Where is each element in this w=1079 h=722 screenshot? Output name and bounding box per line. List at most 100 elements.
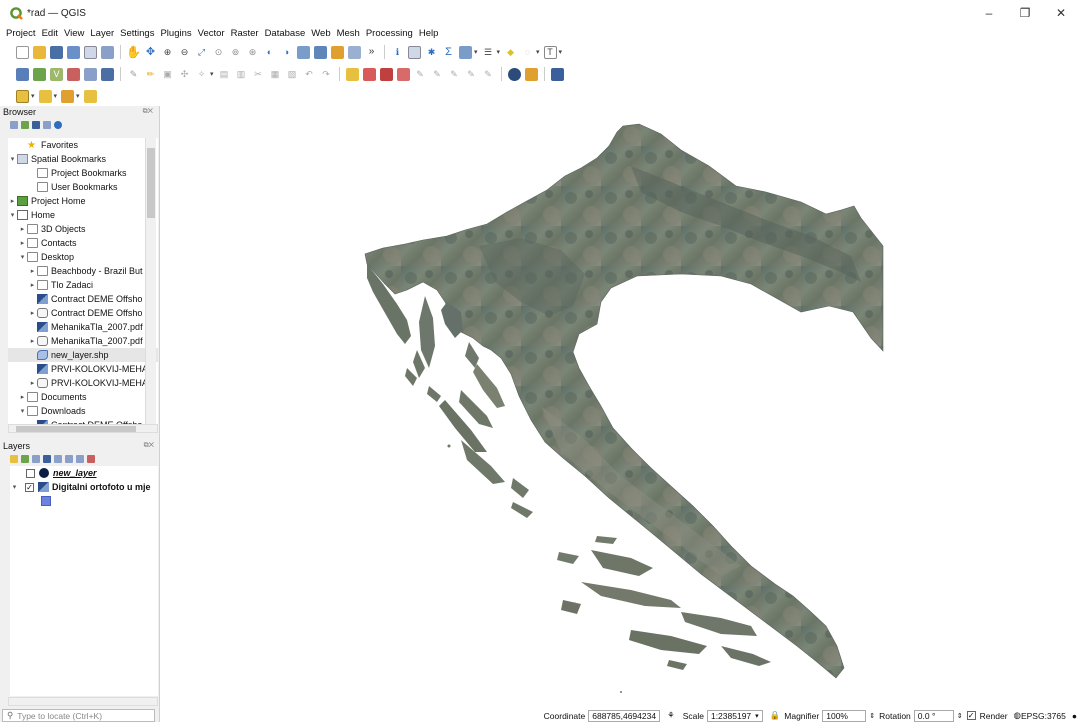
manage-themes-icon[interactable] xyxy=(32,454,40,463)
zoom-out-icon[interactable]: ⊖ xyxy=(178,46,191,59)
cut-features-icon[interactable]: ▥ xyxy=(235,68,248,81)
browser-item[interactable]: Contract DEME Offsho xyxy=(8,292,158,306)
render-checkbox[interactable]: ✓ xyxy=(966,711,976,720)
panel-float-close-icon[interactable]: ⧉✕ xyxy=(143,108,153,116)
delete-selected-icon[interactable]: ▤ xyxy=(218,68,231,81)
pan-to-selection-icon[interactable]: ✥ xyxy=(144,46,157,59)
expand-arrow-icon[interactable]: ▸ xyxy=(28,337,37,345)
chevron-down-icon[interactable]: ▾ xyxy=(210,70,214,78)
annotation-icon[interactable]: ◌ xyxy=(521,46,534,59)
chevron-down-icon[interactable]: ▾ xyxy=(497,48,501,56)
browser-item[interactable]: MehanikaTla_2007.pdf xyxy=(8,320,158,334)
layer-visibility-checkbox[interactable] xyxy=(26,468,35,478)
expand-arrow-icon[interactable]: ▸ xyxy=(18,239,27,247)
data-source-manager-icon[interactable] xyxy=(16,67,29,81)
menu-edit[interactable]: Edit xyxy=(39,28,61,39)
add-feature-icon[interactable]: ✣ xyxy=(178,68,191,81)
select-features-icon[interactable] xyxy=(16,89,29,103)
browser-item[interactable]: ▸ PRVI-KOLOKVIJ-MEHA xyxy=(8,376,158,390)
plugin-icon[interactable] xyxy=(524,67,538,81)
new-3d-map-icon[interactable] xyxy=(314,45,327,59)
select-icon[interactable]: ☰ xyxy=(482,46,495,59)
menu-vector[interactable]: Vector xyxy=(195,28,228,39)
settings-gear-icon[interactable]: ✱ xyxy=(425,46,438,59)
digitize-icon[interactable] xyxy=(67,67,80,81)
select-location-icon[interactable] xyxy=(83,89,97,103)
add-wms-icon[interactable] xyxy=(84,67,97,81)
label-properties-icon[interactable]: ✎ xyxy=(465,68,478,81)
menu-settings[interactable]: Settings xyxy=(117,28,157,39)
refresh-icon[interactable]: » xyxy=(365,46,378,59)
map-canvas[interactable] xyxy=(161,106,1079,709)
locator-search-input[interactable]: ⚲ Type to locate (Ctrl+K) xyxy=(2,709,155,722)
identify-icon[interactable]: ℹ xyxy=(391,46,404,59)
menu-mesh[interactable]: Mesh xyxy=(334,28,363,39)
zoom-layer-icon[interactable]: ⊚ xyxy=(229,46,242,59)
mouse-extent-toggle-icon[interactable]: ⚘ xyxy=(667,710,675,721)
statistics-sigma-icon[interactable]: Σ xyxy=(442,46,455,59)
expand-arrow-icon[interactable]: ▸ xyxy=(18,393,27,401)
vertex-tool-icon[interactable]: ✧ xyxy=(195,68,208,81)
browser-item[interactable]: ▾ Spatial Bookmarks xyxy=(8,152,158,166)
properties-icon[interactable] xyxy=(54,120,62,129)
filter-expression-icon[interactable] xyxy=(54,454,62,463)
crs-button[interactable]: EPSG:3765 xyxy=(1021,711,1066,721)
filter-legend-icon[interactable] xyxy=(43,454,51,463)
add-virtual-layer-icon[interactable] xyxy=(101,67,114,81)
lock-scale-icon[interactable]: 🔒 xyxy=(770,710,781,721)
expand-arrow-icon[interactable]: ▸ xyxy=(28,379,37,387)
map-tips-icon[interactable]: ◆ xyxy=(504,46,517,59)
change-label-icon[interactable]: ✎ xyxy=(448,68,461,81)
filter-icon[interactable] xyxy=(32,120,40,129)
attribute-table-icon[interactable] xyxy=(408,45,421,59)
layer-styling-icon[interactable] xyxy=(10,454,18,463)
menu-processing[interactable]: Processing xyxy=(363,28,416,39)
zoom-native-icon[interactable]: ⊛ xyxy=(246,46,259,59)
browser-scroll-thumb[interactable] xyxy=(147,148,155,218)
diagram-icon[interactable]: ✎ xyxy=(482,68,495,81)
collapse-arrow-icon[interactable]: ▾ xyxy=(18,253,27,261)
chevron-down-icon[interactable]: ▾ xyxy=(76,92,80,100)
layout-manager-icon[interactable] xyxy=(101,45,114,59)
bookmark-icon[interactable] xyxy=(331,45,344,59)
measure-icon[interactable] xyxy=(459,45,472,59)
scale-combobox[interactable]: 1:2385197 ▾ xyxy=(706,709,763,722)
save-as-icon[interactable] xyxy=(67,45,80,59)
spin-arrows-icon[interactable]: ⇕ xyxy=(957,712,963,720)
coordinate-field[interactable]: 688785,4694234 xyxy=(588,709,661,722)
redo-icon[interactable]: ↷ xyxy=(320,68,333,81)
collapse-arrow-icon[interactable]: ▾ xyxy=(8,211,17,219)
new-print-layout-icon[interactable] xyxy=(84,45,97,59)
layer-row-new-layer[interactable]: new_layer xyxy=(10,466,158,480)
show-bookmarks-icon[interactable] xyxy=(348,45,361,59)
browser-item[interactable]: ▾ Home xyxy=(8,208,158,222)
chevron-down-icon[interactable]: ▾ xyxy=(536,48,540,56)
select-by-value-icon[interactable] xyxy=(38,89,52,103)
layer-labeling-icon[interactable] xyxy=(362,67,376,81)
deselect-icon[interactable] xyxy=(61,89,75,103)
rotate-label-icon[interactable]: ✎ xyxy=(431,68,444,81)
undo-icon[interactable]: ↶ xyxy=(303,68,316,81)
browser-item[interactable]: ▸ Contacts xyxy=(8,236,158,250)
menu-layer[interactable]: Layer xyxy=(87,28,117,39)
expand-arrow-icon[interactable]: ▸ xyxy=(18,225,27,233)
move-label-icon[interactable]: ✎ xyxy=(414,68,427,81)
expand-all-icon[interactable] xyxy=(65,454,73,463)
menu-view[interactable]: View xyxy=(61,28,87,39)
close-button[interactable]: ✕ xyxy=(1043,0,1079,26)
zoom-full-icon[interactable]: ⤢ xyxy=(195,46,208,59)
spin-arrows-icon[interactable]: ⇕ xyxy=(869,712,875,720)
show-hide-labels-icon[interactable] xyxy=(396,67,410,81)
open-project-icon[interactable] xyxy=(33,45,46,59)
chevron-down-icon[interactable]: ▾ xyxy=(755,712,759,720)
magnifier-spinbox[interactable]: 100% xyxy=(822,709,867,722)
browser-item[interactable]: ▸ Documents xyxy=(8,390,158,404)
expand-arrow-icon[interactable]: ▸ xyxy=(28,309,37,317)
collapse-arrow-icon[interactable]: ▾ xyxy=(8,155,17,163)
new-map-view-icon[interactable] xyxy=(297,45,310,59)
save-edits-icon[interactable]: ▣ xyxy=(161,68,174,81)
browser-item[interactable]: ▸ MehanikaTla_2007.pdf xyxy=(8,334,158,348)
zoom-next-icon[interactable]: ◑ xyxy=(280,46,293,59)
expand-arrow-icon[interactable]: ▸ xyxy=(28,267,37,275)
copy-features-icon[interactable]: ✂ xyxy=(252,68,265,81)
